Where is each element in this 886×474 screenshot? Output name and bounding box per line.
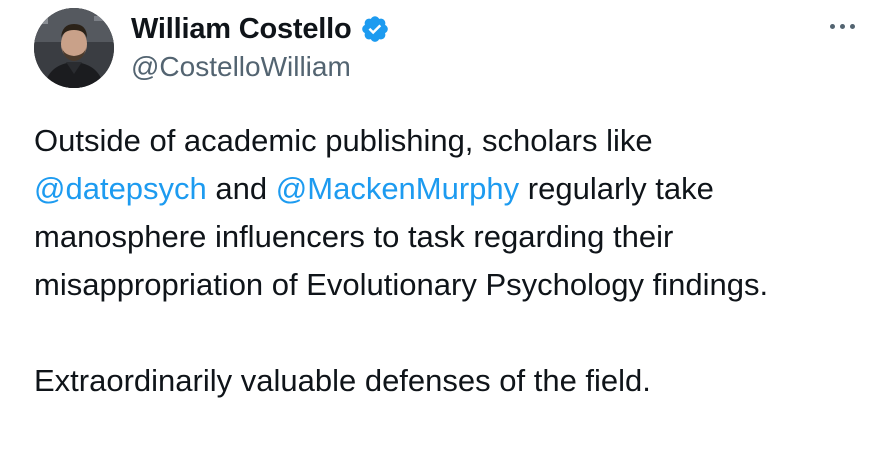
more-dot-icon — [829, 23, 835, 29]
author-handle[interactable]: @CostelloWilliam — [131, 51, 351, 83]
avatar-photo-icon — [34, 8, 114, 88]
mention-link-mackenmurphy[interactable]: @MackenMurphy — [276, 171, 519, 206]
author-name-row: William Costello — [131, 9, 390, 49]
tweet-text: Outside of academic publishing, scholars… — [34, 117, 864, 405]
mention-link-datepsych[interactable]: @datepsych — [34, 171, 207, 206]
tweet-paragraph: Extraordinarily valuable defenses of the… — [34, 363, 651, 398]
author-avatar[interactable] — [34, 8, 114, 88]
verified-badge-icon[interactable] — [360, 14, 390, 44]
tweet-card: William Costello @CostelloWilliam Outsid… — [0, 0, 886, 474]
tweet-text-segment: and — [215, 171, 268, 206]
tweet-text-segment: Outside of academic publishing, scholars… — [34, 123, 653, 158]
tweet-paragraph: Outside of academic publishing, scholars… — [34, 117, 864, 309]
more-options-button[interactable] — [818, 14, 866, 38]
more-dot-icon — [839, 23, 845, 29]
author-display-name[interactable]: William Costello — [131, 13, 352, 46]
more-dot-icon — [849, 23, 855, 29]
